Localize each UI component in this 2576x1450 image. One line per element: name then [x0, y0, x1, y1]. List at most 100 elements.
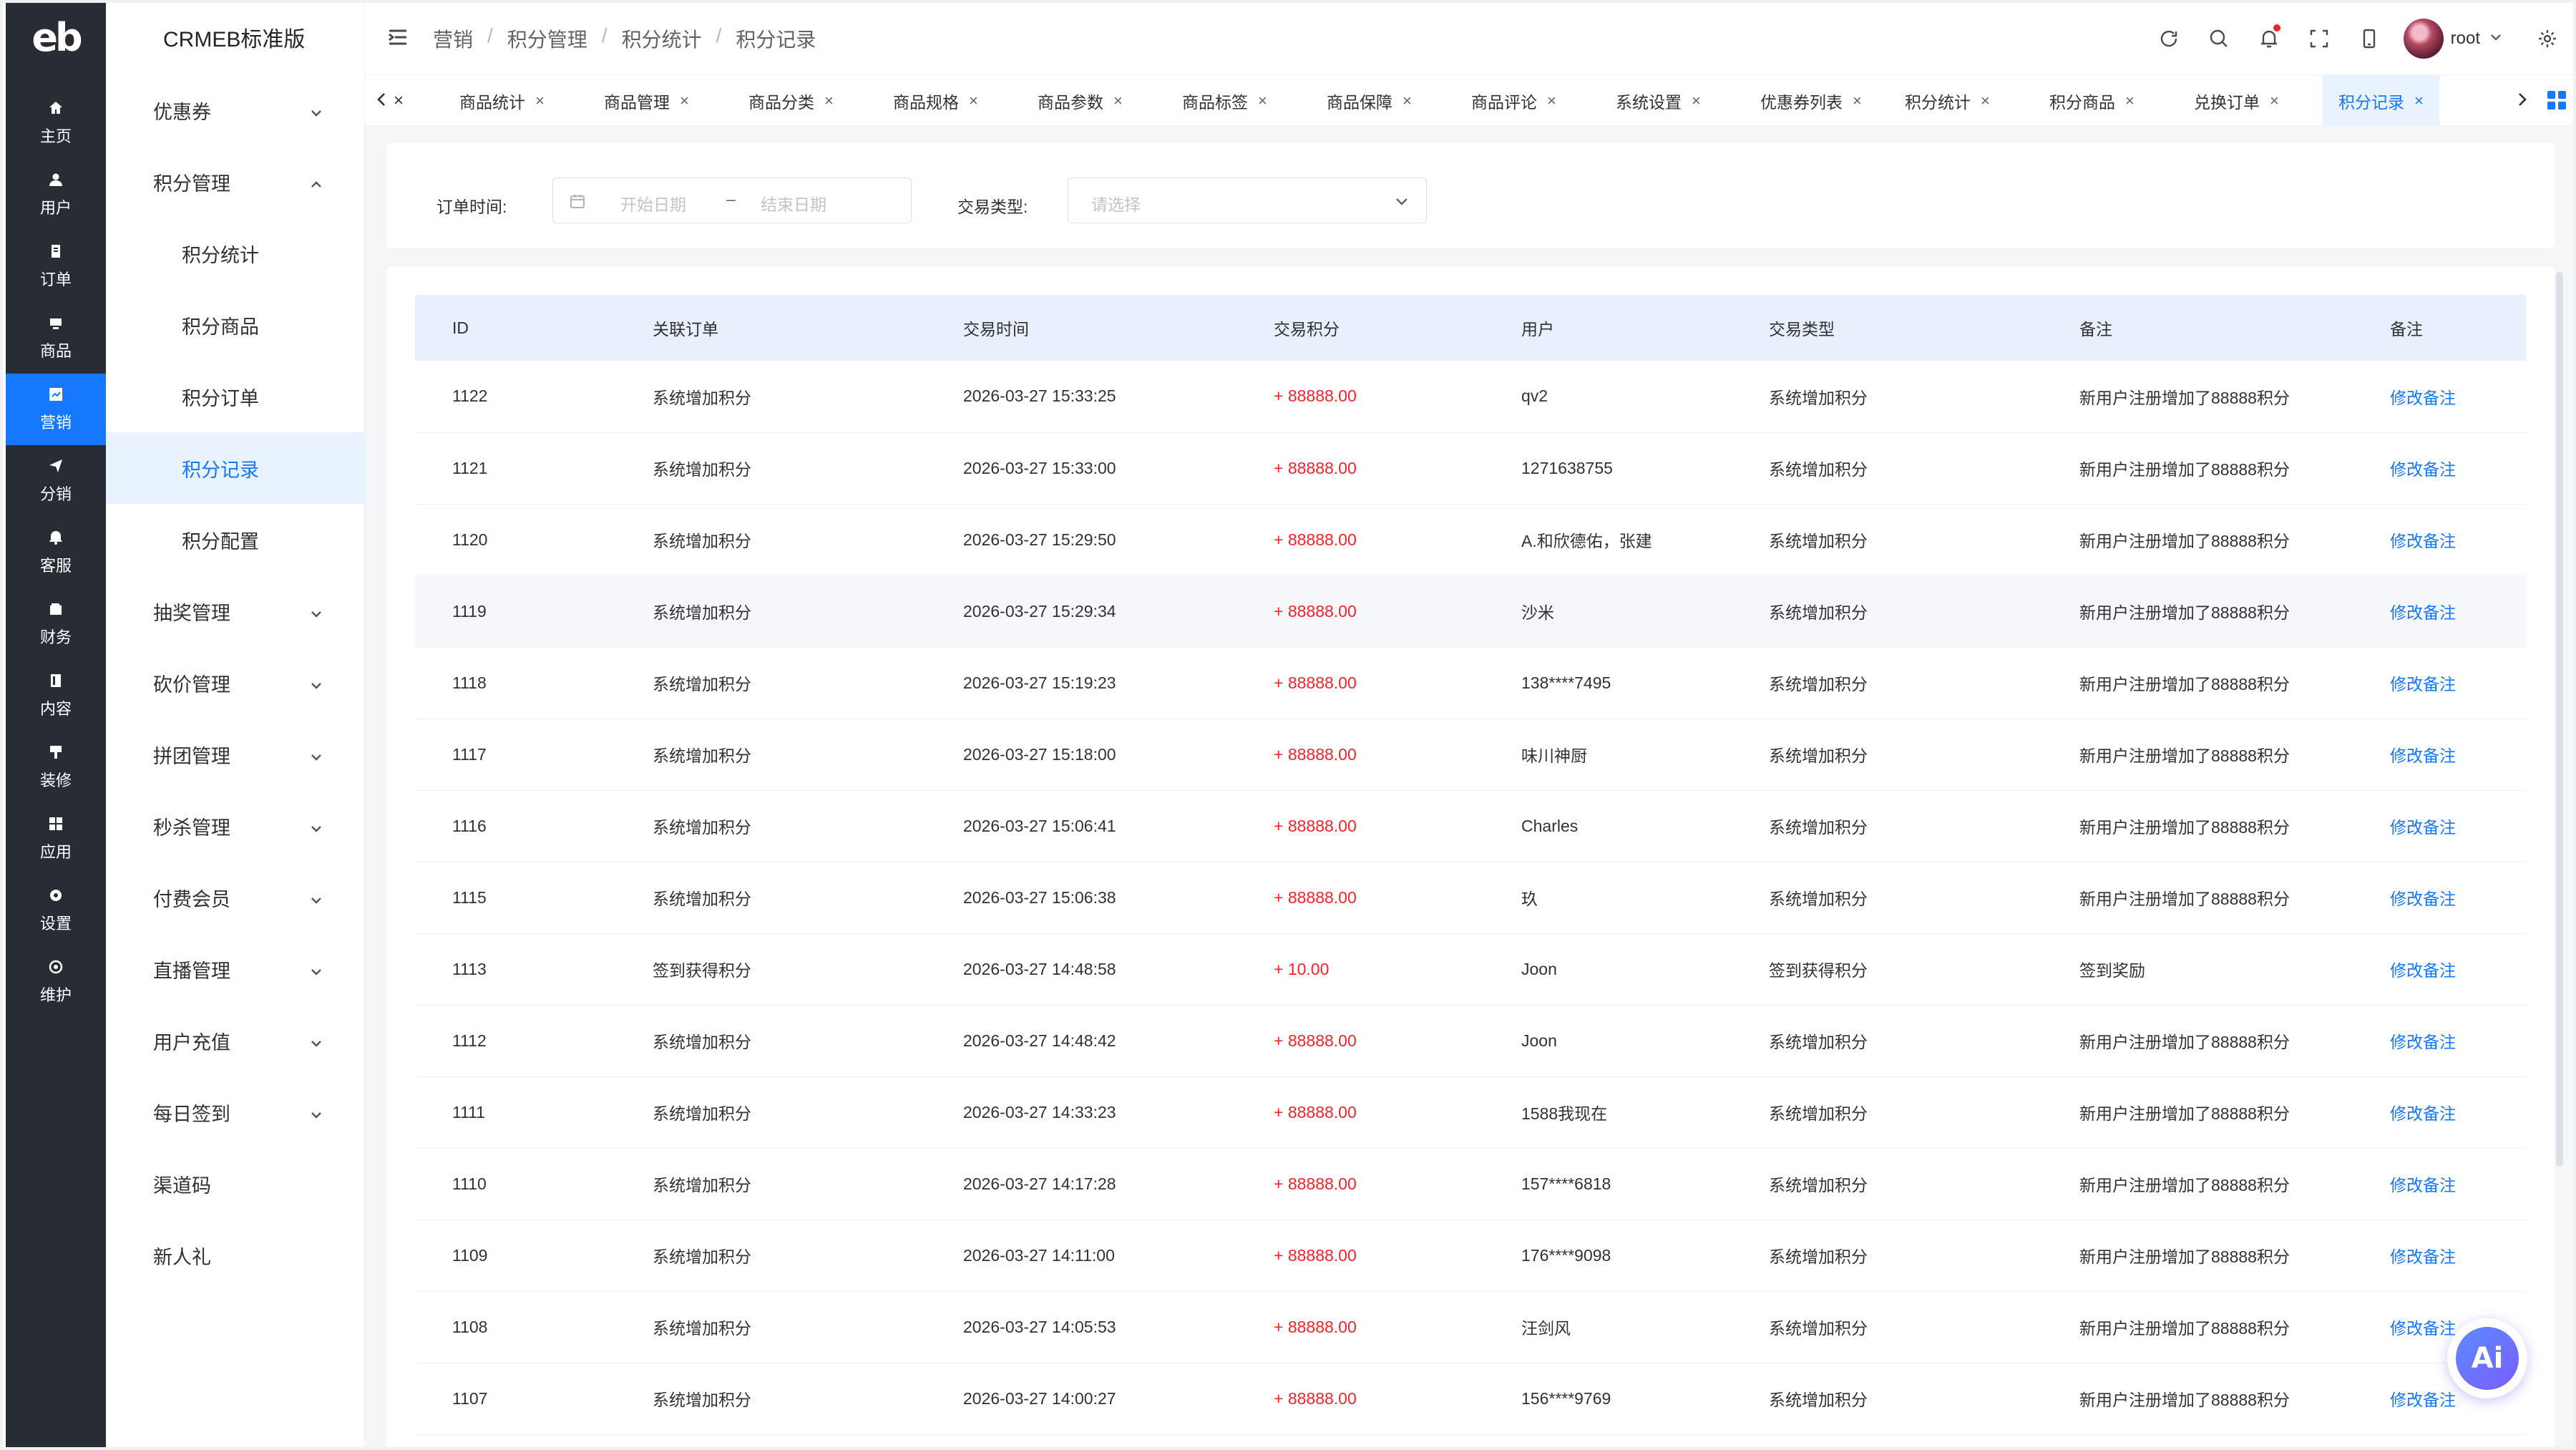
user-menu[interactable]: root	[2403, 19, 2503, 59]
edit-remark-link[interactable]: 修改备注	[2353, 862, 2526, 934]
edit-remark-link[interactable]: 修改备注	[2353, 575, 2526, 648]
tab-item[interactable]: 商品规格 ×	[877, 75, 994, 127]
menu-item[interactable]: 积分订单	[106, 361, 365, 432]
tab-item[interactable]: 商品保障 ×	[1311, 75, 1428, 127]
menu-item[interactable]: 积分统计	[106, 218, 365, 289]
breadcrumb-item[interactable]: 积分管理	[507, 24, 587, 53]
mobile-preview-icon[interactable]	[2349, 19, 2389, 59]
tab-item[interactable]: 商品参数 ×	[1022, 75, 1138, 127]
rail-item-service[interactable]: 客服	[6, 517, 106, 588]
rail-item-content[interactable]: 内容	[6, 660, 106, 731]
menu-item[interactable]: 积分商品	[106, 289, 365, 361]
menu-toggle-icon[interactable]	[386, 26, 409, 49]
edit-remark-link[interactable]: 修改备注	[2353, 1220, 2526, 1292]
menu-item[interactable]: 积分配置	[106, 504, 365, 575]
menu-item[interactable]: 直播管理	[106, 933, 365, 1005]
refresh-icon[interactable]	[2149, 19, 2189, 59]
column-header: 交易时间	[926, 295, 1236, 361]
table-cell: 2026-03-27 14:17:28	[926, 1148, 1236, 1220]
tab-item[interactable]: 商品管理 ×	[588, 75, 705, 127]
rail-item-settings[interactable]: 设置	[6, 875, 106, 946]
tab-item[interactable]: 商品统计 ×	[444, 75, 560, 127]
order-date-range-picker[interactable]: 开始日期 – 结束日期	[552, 177, 912, 223]
menu-item[interactable]: 砍价管理	[106, 647, 365, 719]
tab-item[interactable]: 商品分类 ×	[733, 75, 849, 127]
close-icon[interactable]: ×	[824, 92, 834, 110]
rail-item-product[interactable]: 商品	[6, 302, 106, 374]
edit-remark-link[interactable]: 修改备注	[2353, 1148, 2526, 1220]
tab-item[interactable]: 积分记录 ×	[2323, 75, 2439, 127]
close-icon[interactable]: ×	[2414, 92, 2424, 110]
close-icon[interactable]: ×	[1853, 92, 1862, 110]
edit-remark-link[interactable]: 修改备注	[2353, 647, 2526, 719]
close-icon[interactable]: ×	[1547, 92, 1556, 110]
rail-item-finance[interactable]: 财务	[6, 588, 106, 660]
tab-item[interactable]: 积分统计 ×	[1889, 75, 2006, 127]
rail-item-order[interactable]: 订单	[6, 230, 106, 302]
edit-remark-link[interactable]: 修改备注	[2353, 361, 2526, 433]
breadcrumb-item[interactable]: 营销	[433, 24, 473, 53]
fullscreen-icon[interactable]	[2299, 19, 2339, 59]
edit-remark-link[interactable]: 修改备注	[2353, 719, 2526, 791]
app-logo[interactable]: eb	[6, 0, 106, 75]
edit-remark-link[interactable]: 修改备注	[2353, 1076, 2526, 1149]
edit-remark-link[interactable]: 修改备注	[2353, 504, 2526, 576]
menu-item[interactable]: 积分记录	[106, 432, 365, 504]
close-icon[interactable]: ×	[2125, 92, 2135, 110]
close-icon[interactable]: ×	[1113, 92, 1123, 110]
menu-item[interactable]: 秒杀管理	[106, 790, 365, 862]
close-icon[interactable]: ×	[535, 92, 545, 110]
close-icon[interactable]: ×	[2270, 92, 2279, 110]
edit-remark-link[interactable]: 修改备注	[2353, 1005, 2526, 1077]
edit-remark-link[interactable]: 修改备注	[2353, 790, 2526, 862]
edit-remark-link[interactable]: 修改备注	[2353, 432, 2526, 505]
close-icon[interactable]: ×	[969, 92, 978, 110]
chevron-down-icon[interactable]	[2480, 30, 2503, 48]
menu-item[interactable]: 积分管理	[106, 146, 365, 218]
rail-item-user[interactable]: 用户	[6, 159, 106, 230]
menu-item[interactable]: 渠道码	[106, 1148, 365, 1220]
breadcrumb-separator: /	[601, 24, 608, 47]
tab-item[interactable]: 系统设置 ×	[1600, 75, 1717, 127]
close-icon[interactable]: ×	[1402, 92, 1412, 110]
menu-item[interactable]: 拼团管理	[106, 719, 365, 790]
close-icon[interactable]: ×	[1692, 92, 1701, 110]
close-icon[interactable]: ×	[1258, 92, 1267, 110]
close-icon[interactable]: ×	[680, 92, 689, 110]
edit-remark-link[interactable]: 修改备注	[2353, 933, 2526, 1006]
ai-assistant-button[interactable]: Ai	[2447, 1318, 2527, 1398]
rail-item-marketing[interactable]: 营销	[6, 374, 106, 445]
rail-item-distribution[interactable]: 分销	[6, 445, 106, 517]
rail-item-apps[interactable]: 应用	[6, 803, 106, 875]
menu-item[interactable]: 新人礼	[106, 1220, 365, 1291]
menu-item[interactable]: 每日签到	[106, 1076, 365, 1148]
rail-item-home[interactable]: 主页	[6, 87, 106, 159]
tab-item[interactable]: 兑换订单 ×	[2178, 75, 2295, 127]
tab-item[interactable]: 积分商品 ×	[2034, 75, 2150, 127]
menu-item[interactable]: 付费会员	[106, 862, 365, 933]
notification-bell-icon[interactable]	[2249, 19, 2289, 59]
end-date-input[interactable]: 结束日期	[761, 191, 826, 215]
tab-item[interactable]: 商品评论 ×	[1455, 75, 1572, 127]
tabs-scroll-right-icon[interactable]	[2512, 89, 2533, 111]
start-date-input[interactable]: 开始日期	[620, 191, 686, 215]
tabs-scroll-left-icon[interactable]	[372, 89, 394, 111]
menu-item[interactable]: 优惠券	[106, 74, 365, 146]
records-table-card: ID 关联订单 交易时间 交易积分 用户 交易类型 备注 备注 1122 系统增加积分 2026-…	[386, 266, 2555, 1450]
rail-item-decoration[interactable]: 装修	[6, 731, 106, 803]
menu-item[interactable]: 抽奖管理	[106, 575, 365, 647]
tab-item[interactable]: 商品标签 ×	[1166, 75, 1283, 127]
close-icon[interactable]: ×	[1981, 92, 1990, 110]
tab-item[interactable]: 优惠券列表 ×	[1745, 75, 1878, 127]
username[interactable]: root	[2451, 29, 2480, 49]
menu-item[interactable]: 用户充值	[106, 1005, 365, 1076]
search-icon[interactable]	[2199, 19, 2239, 59]
settings-gear-icon[interactable]	[2527, 19, 2567, 59]
rail-item-maintenance[interactable]: 维护	[6, 946, 106, 1018]
close-all-tabs-icon[interactable]: ×	[394, 91, 415, 112]
vertical-scrollbar[interactable]	[2556, 272, 2563, 1167]
breadcrumb-item[interactable]: 积分统计	[622, 24, 702, 53]
trade-type-select[interactable]: 请选择	[1068, 177, 1427, 223]
tabs-menu-grid-icon[interactable]	[2547, 91, 2566, 110]
avatar[interactable]	[2403, 19, 2444, 59]
